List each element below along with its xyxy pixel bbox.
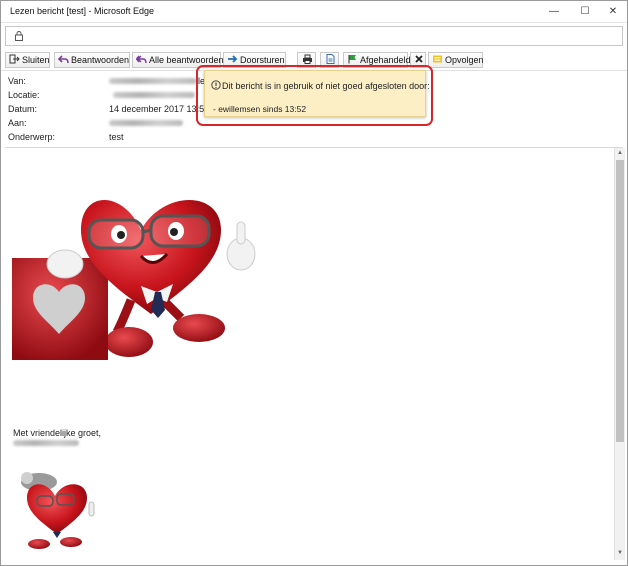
close-message-button[interactable]: Sluiten	[5, 52, 50, 68]
scroll-down-arrow-icon[interactable]: ▼	[615, 548, 625, 558]
date-label: Datum:	[8, 104, 38, 114]
from-value-redacted	[109, 78, 197, 84]
forward-label: Doorsturen	[240, 55, 285, 65]
green-flag-icon	[348, 55, 356, 64]
delete-x-icon	[415, 55, 423, 63]
document-icon	[326, 54, 335, 64]
heart-mascot-image	[12, 200, 256, 360]
signature-name-redacted	[13, 440, 79, 446]
to-value-redacted	[109, 120, 183, 126]
scroll-thumb[interactable]	[616, 160, 624, 442]
browser-window: Lezen bericht [test] - Microsoft Edge — …	[0, 0, 628, 566]
reply-all-icon	[136, 55, 147, 64]
reply-icon	[58, 55, 69, 64]
reply-button[interactable]: Beantwoorden	[54, 52, 130, 68]
window-title: Lezen bericht [test] - Microsoft Edge	[10, 6, 155, 16]
signoff-text: Met vriendelijke groet,	[13, 428, 102, 438]
annotation-highlight	[196, 65, 433, 126]
message-body: Met vriendelijke groet,	[5, 148, 614, 560]
date-value: 14 december 2017 13:50	[109, 104, 210, 114]
follow-up-label: Opvolgen	[445, 55, 484, 65]
maximize-button[interactable]: ☐	[571, 1, 599, 23]
subject-value: test	[109, 132, 124, 142]
printer-icon	[303, 54, 312, 64]
scroll-up-arrow-icon[interactable]: ▲	[615, 148, 625, 158]
heart-logo-icon	[21, 472, 95, 549]
exit-icon	[9, 54, 20, 64]
minimize-button[interactable]: —	[540, 1, 568, 23]
close-message-label: Sluiten	[22, 55, 50, 65]
reply-all-label: Alle beantwoorden	[149, 55, 224, 65]
address-bar[interactable]	[5, 26, 623, 46]
reply-label: Beantwoorden	[71, 55, 130, 65]
close-window-button[interactable]: ✕	[599, 1, 627, 23]
location-value-redacted	[113, 92, 195, 98]
follow-up-button[interactable]: Opvolgen	[428, 52, 484, 68]
mark-handled-label: Afgehandeld	[360, 55, 411, 65]
location-label: Locatie:	[8, 90, 40, 100]
vertical-scrollbar[interactable]: ▲ ▼	[614, 148, 625, 560]
forward-arrow-icon	[228, 55, 238, 63]
from-label: Van:	[8, 76, 26, 86]
follow-up-list-icon	[433, 55, 442, 63]
subject-label: Onderwerp:	[8, 132, 56, 142]
title-bar: Lezen bericht [test] - Microsoft Edge — …	[1, 1, 627, 23]
to-label: Aan:	[8, 118, 27, 128]
lock-icon	[15, 31, 23, 41]
